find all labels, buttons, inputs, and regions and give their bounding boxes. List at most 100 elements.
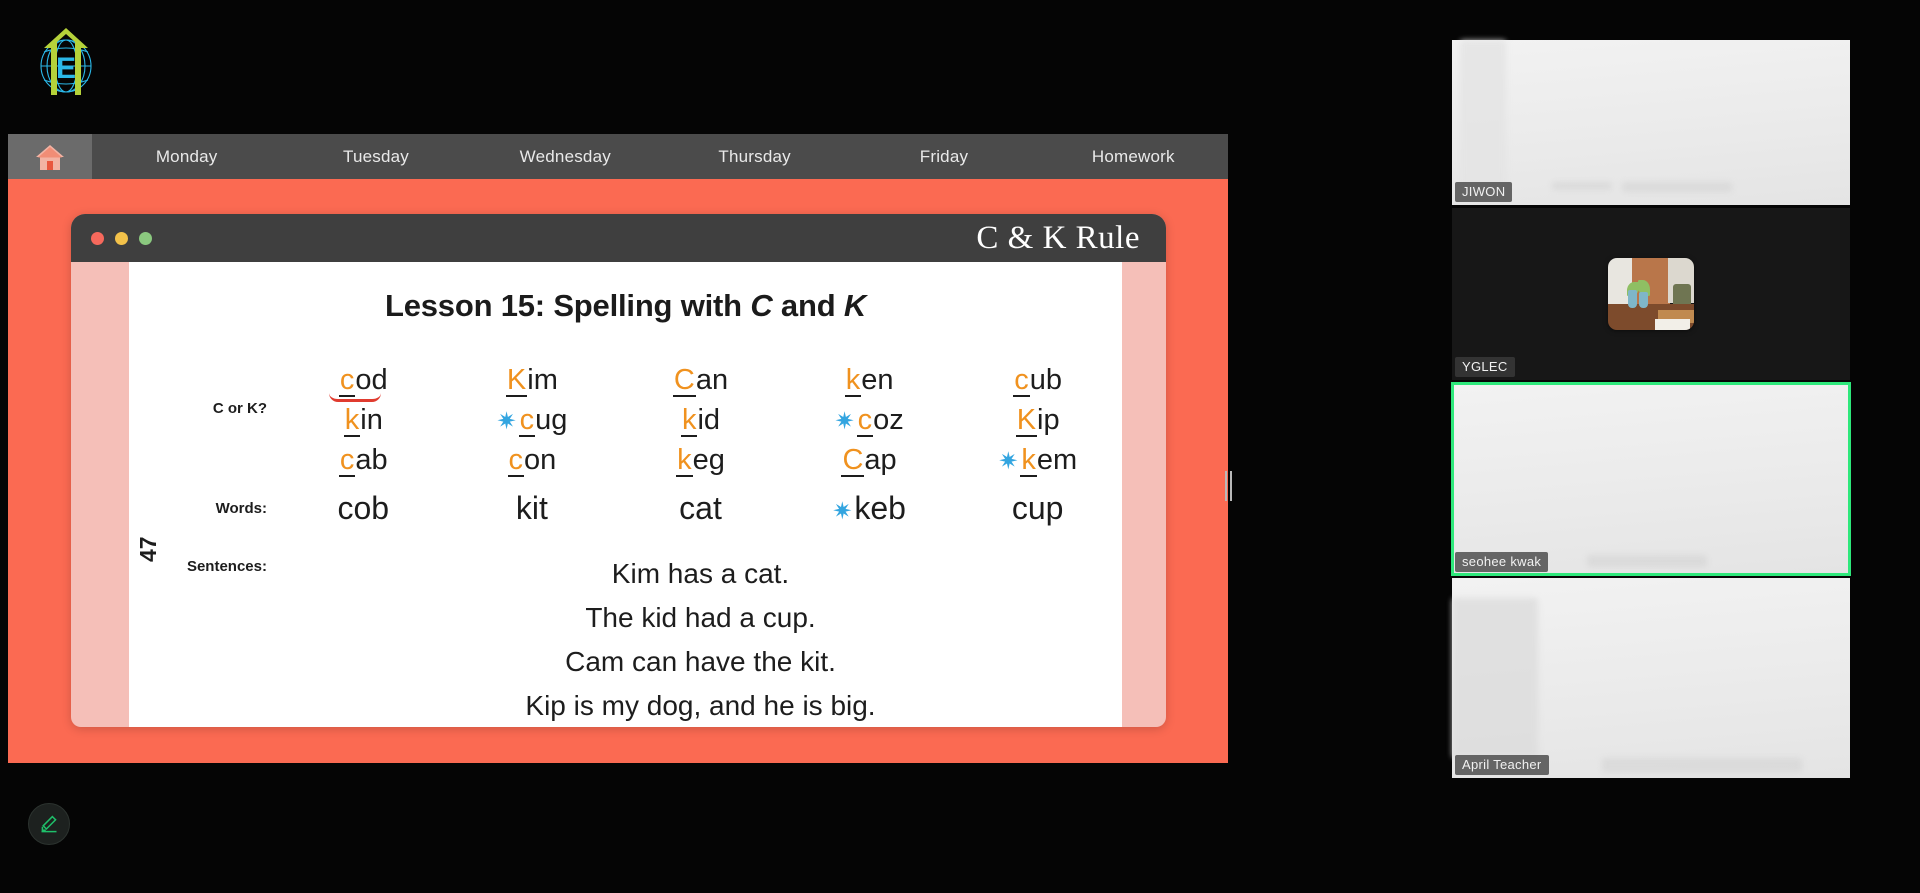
lesson-title-letter-k: K — [843, 288, 867, 323]
minimize-dot-icon[interactable] — [115, 231, 128, 245]
word-column-3: Can kid keg — [616, 360, 785, 480]
participant-sidebar: JIWON YGLEC seohee kwak April Teacher — [1451, 40, 1851, 781]
word-grid-columns: cod kin cab Kim ✷ cug con Can kid keg ke… — [279, 360, 1122, 480]
maximize-dot-icon[interactable] — [139, 231, 152, 245]
participant-name: JIWON — [1455, 182, 1513, 202]
star-icon: ✷ — [832, 498, 853, 525]
slide-card: C & K Rule 47 Lesson 15: Spelling with C… — [71, 214, 1166, 727]
day-navigation-bar: Monday Tuesday Wednesday Thursday Friday… — [8, 134, 1228, 179]
participant-video — [1452, 578, 1850, 778]
slide-content: 47 Lesson 15: Spelling with C and K C or… — [129, 262, 1122, 727]
nav-item-label: Homework — [1091, 146, 1175, 166]
word-column-5: cub Kip ✷ kem — [953, 360, 1122, 480]
picture-in-picture-preview — [1608, 258, 1694, 330]
nav-item-tuesday[interactable]: Tuesday — [281, 134, 470, 179]
globe-arrow-logo: E — [28, 22, 104, 100]
word-cell: ✷ cug — [448, 400, 617, 440]
slide-window-title: C & K Rule — [976, 219, 1140, 256]
handwritten-letter: k — [343, 404, 361, 437]
word-item: cup — [953, 490, 1122, 527]
handle-line — [1229, 471, 1232, 501]
handwritten-letter: k — [844, 364, 862, 397]
word-text: kit — [515, 490, 548, 526]
word-cell: ken — [785, 360, 954, 400]
word-rest: ap — [864, 444, 897, 476]
participant-video — [1452, 40, 1850, 205]
word-item: ✷keb — [785, 490, 954, 527]
app-root: E Monday Tuesday Wednesday Thursday Frid… — [0, 0, 1920, 893]
word-text: cob — [337, 490, 390, 526]
nav-item-label: Monday — [155, 146, 218, 166]
word-cell: cod — [279, 360, 448, 402]
handwritten-letter: k — [676, 444, 693, 477]
nav-item-thursday[interactable]: Thursday — [660, 134, 849, 179]
word-cell: Cap — [785, 440, 954, 480]
words-section: Words: cob kit cat ✷keb cup — [129, 490, 1122, 527]
handwritten-letter: c — [507, 444, 524, 477]
word-rest: em — [1036, 444, 1078, 476]
participant-tile-yglec[interactable]: YGLEC — [1452, 208, 1850, 380]
handwritten-letter: c — [1013, 364, 1030, 397]
lesson-title-and: and — [772, 288, 844, 323]
close-dot-icon[interactable] — [91, 231, 104, 245]
panel-resize-handle[interactable] — [1222, 468, 1234, 504]
nav-item-list: Monday Tuesday Wednesday Thursday Friday… — [92, 134, 1228, 179]
sentence-line: Kim has a cat. — [611, 558, 790, 589]
word-rest: id — [697, 404, 721, 436]
nav-item-wednesday[interactable]: Wednesday — [471, 134, 660, 179]
nav-item-monday[interactable]: Monday — [92, 134, 281, 179]
word-rest: ab — [355, 444, 388, 476]
lesson-title-prefix: Lesson 15: Spelling with — [384, 288, 751, 323]
word-item: cob — [279, 490, 448, 527]
nav-item-label: Thursday — [718, 146, 791, 166]
slide-stage: C & K Rule 47 Lesson 15: Spelling with C… — [8, 179, 1228, 763]
word-cell: kid — [616, 400, 785, 440]
star-icon: ✷ — [496, 408, 517, 435]
word-rest: od — [355, 364, 388, 396]
handle-line — [1224, 471, 1227, 501]
participant-video — [1452, 383, 1850, 575]
nav-item-homework[interactable]: Homework — [1039, 134, 1228, 179]
word-rest: in — [360, 404, 383, 436]
participant-tile-april-teacher[interactable]: April Teacher — [1452, 578, 1850, 778]
handwritten-letter: k — [680, 404, 698, 437]
handwritten-letter: c — [518, 404, 536, 437]
sentences-section: Sentences: Kim has a cat. The kid had a … — [129, 552, 1122, 727]
word-rest: en — [861, 364, 894, 396]
participant-name: seohee kwak — [1455, 552, 1549, 572]
nav-item-label: Tuesday — [343, 146, 409, 166]
nav-item-label: Wednesday — [519, 146, 611, 166]
handwritten-letter: K — [1015, 404, 1038, 437]
handwritten-letter: k — [1020, 444, 1037, 477]
word-rest: ug — [535, 404, 568, 436]
handwritten-letter: K — [505, 364, 528, 397]
window-controls — [91, 231, 152, 245]
word-column-1: cod kin cab — [279, 360, 448, 480]
lesson-title-letter-c: C — [750, 288, 773, 323]
participant-name: YGLEC — [1455, 357, 1515, 377]
home-icon — [36, 144, 64, 170]
word-rest: oz — [873, 404, 904, 436]
sentence-list: Kim has a cat. The kid had a cup. Cam ca… — [279, 552, 1122, 727]
home-button[interactable] — [8, 134, 92, 179]
word-rest: an — [695, 364, 729, 396]
word-rest: on — [524, 444, 557, 476]
sentence-line: Kip is my dog, and he is big. — [525, 690, 876, 721]
nav-item-friday[interactable]: Friday — [849, 134, 1038, 179]
annotate-button[interactable] — [28, 803, 70, 845]
star-icon: ✷ — [834, 408, 855, 435]
pencil-icon — [41, 815, 57, 833]
word-item: cat — [616, 490, 785, 527]
lesson-title: Lesson 15: Spelling with C and K — [129, 262, 1122, 324]
word-cell: cub — [953, 360, 1122, 400]
word-cell: Kip — [953, 400, 1122, 440]
participant-tile-seohee-kwak[interactable]: seohee kwak — [1451, 382, 1851, 576]
word-cell: kin — [279, 400, 448, 440]
word-column-4: ken ✷ coz Cap — [785, 360, 954, 480]
word-rest: im — [527, 364, 558, 396]
nav-item-label: Friday — [919, 146, 969, 166]
handwritten-letter: c — [338, 444, 356, 477]
words-columns: cob kit cat ✷keb cup — [279, 490, 1122, 527]
grid-row-label: C or K? — [212, 400, 267, 417]
participant-tile-jiwon[interactable]: JIWON — [1452, 40, 1850, 205]
